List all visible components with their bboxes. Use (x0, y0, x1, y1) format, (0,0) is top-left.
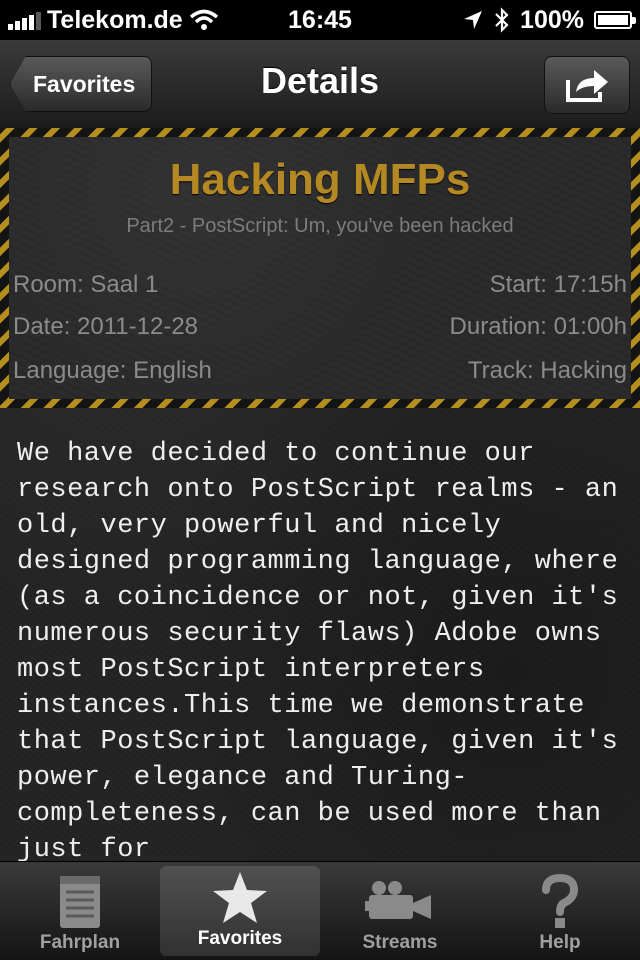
share-icon (566, 70, 608, 102)
event-title: Hacking MFPs (169, 155, 471, 204)
event-description[interactable]: We have decided to continue our research… (17, 436, 627, 868)
info-row-room-start: Room: Saal 1 Start: 17:15h (13, 271, 627, 299)
event-language: Language: English (13, 357, 212, 384)
share-button[interactable] (544, 56, 630, 114)
status-bar: Telekom.de 16:45 100% (0, 0, 640, 40)
tab-streams-label: Streams (362, 932, 438, 953)
question-mark-icon (542, 874, 579, 928)
tab-help[interactable]: Help (480, 862, 640, 960)
carrier-name: Telekom.de (47, 5, 183, 34)
tab-streams[interactable]: Streams (320, 862, 480, 960)
tab-bar: Fahrplan Favorites Streams Help (0, 861, 640, 960)
video-camera-icon (365, 881, 431, 919)
tab-favorites[interactable]: Favorites (160, 866, 320, 956)
notepad-icon (60, 876, 100, 928)
tab-favorites-label: Favorites (197, 928, 283, 949)
tab-help-label: Help (539, 932, 581, 953)
event-duration: Duration: 01:00h (449, 313, 627, 340)
info-row-date-duration: Date: 2011-12-28 Duration: 01:00h (13, 313, 627, 341)
star-icon (213, 872, 267, 923)
signal-strength-icon (8, 10, 41, 30)
battery-percent: 100% (520, 5, 584, 34)
info-row-language-track: Language: English Track: Hacking (13, 357, 627, 385)
tab-fahrplan-label: Fahrplan (39, 932, 121, 953)
event-subtitle: Part2 - PostScript: Um, you've been hack… (126, 215, 514, 237)
event-room: Room: Saal 1 (13, 271, 159, 298)
tab-fahrplan[interactable]: Fahrplan (0, 862, 160, 960)
location-arrow-icon (464, 11, 483, 29)
event-track: Track: Hacking (467, 357, 627, 384)
battery-icon (594, 11, 636, 29)
bluetooth-icon (495, 7, 509, 33)
event-start: Start: 17:15h (489, 271, 627, 298)
event-date: Date: 2011-12-28 (13, 313, 199, 340)
wifi-icon (189, 9, 218, 30)
navigation-bar: Favorites Details (0, 40, 640, 130)
event-info-card: Hacking MFPs Part2 - PostScript: Um, you… (0, 128, 640, 408)
